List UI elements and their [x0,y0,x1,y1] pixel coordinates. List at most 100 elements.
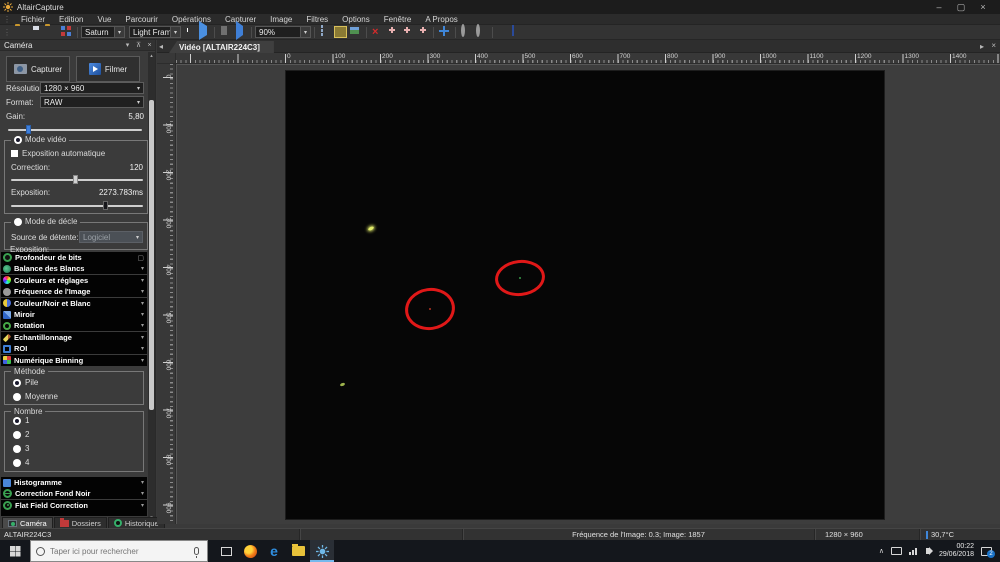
section-numerique-binning[interactable]: Numérique Binning ▾ [1,354,147,366]
scroll-up-icon[interactable]: ▴ [148,52,155,60]
maximize-button[interactable]: ▢ [950,0,972,14]
start-button[interactable] [0,540,30,562]
tab-nav-right-icon[interactable]: ▸ [980,42,984,51]
menu-fenetre[interactable]: Fenêtre [377,14,419,25]
panel-pin-icon[interactable]: ⊼ [133,41,144,49]
nombre-4-option[interactable]: 4 [13,458,29,467]
edge-button[interactable]: e [262,540,286,562]
taskbar-clock[interactable]: 00:22 29/06/2018 [939,543,974,559]
gain-slider[interactable] [8,125,142,134]
close-button[interactable]: × [972,0,994,14]
zoom-in-icon[interactable] [475,24,488,38]
settings-flower-icon[interactable] [512,26,525,38]
minimize-button[interactable]: – [928,0,950,14]
moyenne-radio[interactable] [13,392,21,401]
notification-icon[interactable]: 2 [981,546,995,558]
tab-camera[interactable]: Caméra [2,517,53,528]
section-profondeur-de-bits[interactable]: Profondeur de bits ▢ [1,252,147,263]
video-mode-radio[interactable] [14,135,22,144]
nombre-3-option[interactable]: 3 [13,444,29,453]
nombre-3-radio[interactable] [13,444,21,453]
menu-options[interactable]: Options [335,14,377,25]
target-preset-dropdown[interactable]: Saturn ▾ [81,26,125,38]
browse-folder-icon[interactable] [45,26,58,38]
tab-dossiers[interactable]: Dossiers [53,517,107,528]
video-canvas-area[interactable] [176,64,1000,524]
search-input[interactable] [50,546,194,556]
step-forward-icon[interactable] [234,21,247,40]
microphone-icon[interactable] [194,547,199,558]
marker-small-icon[interactable] [416,26,429,38]
exposure-slider-thumb[interactable] [103,201,108,210]
auto-exposure-option[interactable]: Exposition automatique [11,149,105,158]
display-tray-icon[interactable] [890,547,902,555]
methode-pile-option[interactable]: Pile [13,378,38,387]
tab-close-icon[interactable]: × [991,41,996,50]
video-frame[interactable] [285,70,885,520]
start-capture-icon[interactable] [197,21,210,40]
trigger-source-dropdown[interactable]: Logiciel ▾ [79,231,143,243]
tiles-icon[interactable] [60,26,73,38]
menu-apropos[interactable]: A Propos [418,14,464,25]
panel-menu-icon[interactable]: ▾ [122,41,133,49]
menu-edition[interactable]: Edition [52,14,90,25]
menu-filtres[interactable]: Filtres [299,14,335,25]
network-icon[interactable] [908,547,919,555]
pile-radio[interactable] [13,378,21,387]
section-balance-des-blancs[interactable]: Balance des Blancs ▾ [1,263,147,275]
tray-chevron-icon[interactable]: ∧ [879,547,884,555]
auto-exposure-checkbox[interactable] [11,150,18,157]
nombre-1-option[interactable]: 1 [13,416,29,425]
exposure-slider[interactable] [11,201,143,210]
expand-box-icon[interactable]: ▢ [137,254,144,262]
panel-close-icon[interactable]: × [144,42,155,49]
move-cross-icon[interactable] [438,26,451,38]
menu-fichier[interactable]: Fichier [14,14,52,25]
save-icon[interactable] [30,26,43,38]
section-flat-field-correction[interactable]: Flat Field Correction ▾ [1,499,147,511]
menu-parcourir[interactable]: Parcourir [118,14,164,25]
timer-icon[interactable] [182,26,195,38]
section-correction-fond-noir[interactable]: Correction Fond Noir ▾ [1,488,147,500]
select-region-icon[interactable] [319,25,332,38]
section-couleurs-et-reglages[interactable]: Couleurs et réglages ▾ [1,274,147,286]
menu-image[interactable]: Image [263,14,299,25]
scrollbar-thumb[interactable] [149,100,154,410]
zoom-dropdown[interactable]: 90% ▾ [255,26,311,38]
pause-icon[interactable] [219,26,232,38]
zoom-out-icon[interactable] [460,24,473,38]
section-frequence-image[interactable]: Fréquence de l'Image ▾ [1,286,147,298]
menu-vue[interactable]: Vue [90,14,118,25]
section-echantillonnage[interactable]: Echantillonnage ▾ [1,331,147,343]
section-partial[interactable] [1,511,147,517]
correction-slider[interactable] [11,175,143,184]
section-roi[interactable]: ROI ▾ [1,343,147,355]
format-dropdown[interactable]: RAW ▾ [40,96,144,108]
gain-slider-thumb[interactable] [26,125,31,134]
correction-slider-thumb[interactable] [73,175,78,184]
task-view-button[interactable] [214,540,238,562]
nombre-2-radio[interactable] [13,430,21,439]
nombre-2-option[interactable]: 2 [13,430,29,439]
tab-nav-left-icon[interactable]: ◂ [159,42,163,51]
explorer-button[interactable] [286,540,310,562]
resolution-dropdown[interactable]: 1280 × 960 ▾ [40,82,144,94]
menu-operations[interactable]: Opérations [165,14,218,25]
nombre-4-radio[interactable] [13,458,21,467]
record-button[interactable]: Filmer [76,56,140,82]
paint-icon[interactable] [497,26,510,38]
pan-hand-icon[interactable] [334,26,347,38]
video-document-tab[interactable]: Vidéo [ALTAIR224C3] [169,41,274,53]
section-histogramme[interactable]: Histogramme ▾ [1,477,147,488]
marker-icon[interactable] [386,26,399,38]
open-folder-icon[interactable] [15,26,28,38]
methode-moyenne-option[interactable]: Moyenne [13,392,58,401]
delete-marker-icon[interactable]: × [371,26,384,38]
marker-icon[interactable] [401,26,414,38]
snapshot-image-icon[interactable] [349,26,362,38]
altaircapture-taskbar-button[interactable] [310,540,334,562]
nombre-1-radio[interactable] [13,416,21,425]
section-rotation[interactable]: Rotation ▾ [1,320,147,332]
speaker-icon[interactable] [925,546,933,555]
capture-button[interactable]: Capturer [6,56,70,82]
